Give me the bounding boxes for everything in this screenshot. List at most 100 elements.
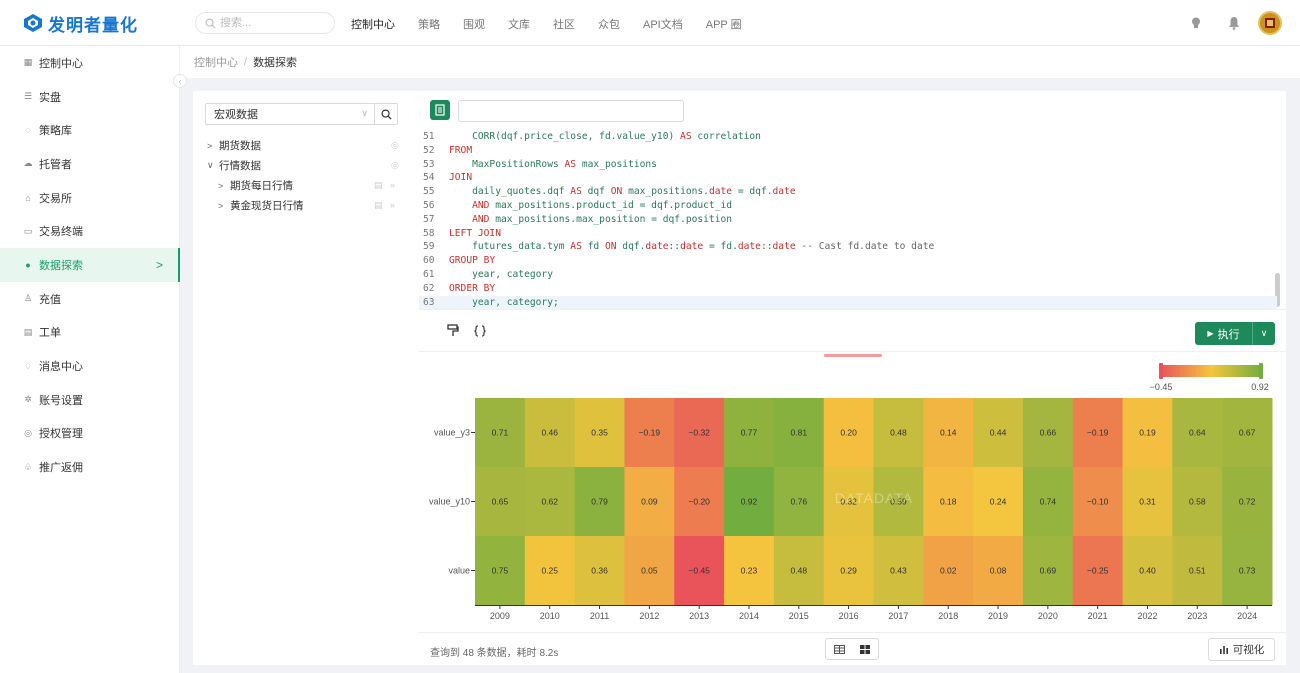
sidebar-item-3[interactable]: ☁ 托管者 [0, 147, 179, 181]
sidebar-item-8[interactable]: ▤ 工单 [0, 316, 179, 350]
sidebar-item-2[interactable]: ◌ 策略库 [0, 113, 179, 147]
cell-value-label: 0.05 [641, 566, 658, 576]
code-line[interactable]: 57 AND max_positions.max_position = dqf.… [419, 213, 1277, 227]
tree-search-button[interactable] [374, 103, 398, 125]
line-number: 63 [423, 296, 435, 308]
code-line[interactable]: 56 AND max_positions.product_id = dqf.pr… [419, 199, 1277, 213]
sidebar-item-12[interactable]: ♧ 推广返佣 [0, 450, 179, 484]
double-chevron-icon[interactable]: » [390, 200, 395, 210]
code-line[interactable]: 58 LEFT JOIN [419, 227, 1277, 241]
x-tick-label: 2022 [1137, 611, 1157, 621]
nav-library[interactable]: 文库 [508, 16, 530, 32]
table-view-icon[interactable] [826, 639, 852, 659]
x-tick-label: 2019 [988, 611, 1008, 621]
code-line[interactable]: 53 MaxPositionRows AS max_positions [419, 158, 1277, 172]
code-line[interactable]: 61 year, category [419, 268, 1277, 282]
x-tick-label: 2015 [789, 611, 809, 621]
nav-api-docs[interactable]: API文档 [643, 16, 683, 32]
search-input[interactable] [220, 17, 320, 29]
breadcrumb-root[interactable]: 控制中心 [194, 54, 238, 70]
cell-value-label: 0.31 [1139, 497, 1156, 507]
logo-text: 发明者量化 [48, 15, 138, 35]
cell-value-label: 0.35 [591, 428, 608, 438]
eye-icon[interactable]: ◎ [391, 140, 399, 151]
code-text: AND max_positions.max_position = dqf.pos… [472, 213, 733, 225]
sidebar-item-5[interactable]: ▭ 交易终端 [0, 214, 179, 248]
avatar[interactable] [1258, 11, 1282, 35]
run-button[interactable]: ▶ 执行 ∨ [1195, 322, 1275, 345]
x-tick-label: 2020 [1038, 611, 1058, 621]
table-icon[interactable]: ▤ [374, 200, 383, 211]
sidebar-item-label: 数据探索 [39, 259, 83, 272]
line-number: 54 [423, 172, 435, 184]
code-line[interactable]: 52 FROM [419, 144, 1277, 158]
nav-control-center[interactable]: 控制中心 [351, 16, 395, 32]
table-icon[interactable]: ▤ [374, 180, 383, 191]
sidebar-item-label: 策略库 [39, 125, 72, 138]
code-line[interactable]: 63 year, category; [419, 295, 1277, 309]
dashboard-icon: ▦ [23, 57, 33, 68]
sidebar-item-4[interactable]: ⌂ 交易所 [0, 181, 179, 215]
tree-node-futures-daily[interactable]: > 期货每日行情 [218, 178, 293, 193]
color-scale-bar [1160, 365, 1262, 377]
nav-crowdsource[interactable]: 众包 [598, 16, 620, 32]
tree-node-gold-spot[interactable]: > 黄金现货日行情 [218, 198, 304, 213]
search-box[interactable] [195, 12, 335, 34]
sidebar-item-9[interactable]: ♢ 消息中心 [0, 349, 179, 383]
sql-toolbar [419, 91, 1286, 129]
code-line[interactable]: 54 JOIN [419, 171, 1277, 185]
sql-name-input[interactable] [458, 100, 684, 122]
logo[interactable]: 发明者量化 [22, 10, 138, 36]
sidebar-item-7[interactable]: ♙ 充值 [0, 282, 179, 316]
chevron-down-icon: ∨ [361, 108, 368, 118]
run-main-button[interactable]: ▶ 执行 [1195, 322, 1253, 345]
cell-value-label: −0.20 [688, 497, 710, 507]
cell-value-label: 0.09 [641, 497, 658, 507]
sidebar-item-11[interactable]: ◎ 授权管理 [0, 417, 179, 451]
cell-value-label: 0.51 [1189, 566, 1206, 576]
chevron-down-icon[interactable]: ∨ [1253, 328, 1275, 339]
braces-icon[interactable] [474, 325, 486, 337]
nav-app[interactable]: APP 圈 [706, 16, 742, 32]
sidebar-item-0[interactable]: ▦ 控制中心 [0, 46, 179, 80]
format-brush-icon[interactable] [447, 324, 459, 338]
eye-icon[interactable]: ◎ [391, 160, 399, 171]
nav-community[interactable]: 社区 [553, 16, 575, 32]
code-line[interactable]: 62 ORDER BY [419, 282, 1277, 296]
sidebar-item-6[interactable]: ● 数据探索 > [0, 248, 180, 282]
code-line[interactable]: 59 futures_data.tym AS fd ON dqf.date::d… [419, 240, 1277, 254]
tree-node-futures[interactable]: > 期货数据 [207, 138, 261, 153]
code-line[interactable]: 55 daily_quotes.dqf AS dqf ON max_positi… [419, 185, 1277, 199]
line-number: 60 [423, 255, 435, 267]
double-chevron-icon[interactable]: » [390, 180, 395, 190]
lightbulb-icon[interactable] [1184, 11, 1208, 35]
cell-value-label: 0.08 [990, 566, 1007, 576]
code-text: daily_quotes.dqf AS dqf ON max_positions… [449, 186, 796, 198]
dataset-select[interactable]: 宏观数据 ∨ [205, 103, 375, 125]
line-number: 51 [423, 131, 435, 142]
code-line[interactable]: 51 CORR(dqf.price_close, fd.value_y10) A… [419, 130, 1277, 144]
grid-view-icon[interactable] [852, 639, 878, 659]
breadcrumb-current: 数据探索 [253, 57, 298, 69]
action-bar: ▶ 执行 ∨ [419, 312, 1286, 352]
breadcrumb: 控制中心 / 数据探索 [180, 46, 1300, 78]
tree-node-label: 期货每日行情 [230, 180, 293, 192]
sidebar-item-1[interactable]: ☰ 实盘 [0, 80, 179, 114]
cell-value-label: 0.18 [940, 497, 957, 507]
nav-watch[interactable]: 围观 [463, 16, 485, 32]
search-icon [205, 18, 216, 28]
nav-strategy[interactable]: 策略 [418, 16, 440, 32]
sql-editor[interactable]: 51 CORR(dqf.price_close, fd.value_y10) A… [419, 129, 1286, 310]
bell-icon[interactable] [1222, 11, 1246, 35]
cell-value-label: −0.32 [688, 428, 710, 438]
collapse-sidebar-button[interactable]: ‹ [173, 74, 187, 88]
code-line[interactable]: 60 GROUP BY [419, 254, 1277, 268]
strategy-icon: ◌ [25, 125, 31, 136]
sidebar-item-label: 交易终端 [39, 226, 83, 239]
document-icon[interactable] [430, 100, 450, 120]
tree-node-quotes[interactable]: ∨ 行情数据 [207, 158, 261, 173]
sidebar-item-10[interactable]: ✲ 账号设置 [0, 383, 179, 417]
ticket-icon: ▤ [23, 326, 33, 337]
visualize-button[interactable]: 可视化 [1208, 638, 1275, 661]
line-number: 58 [423, 227, 435, 239]
